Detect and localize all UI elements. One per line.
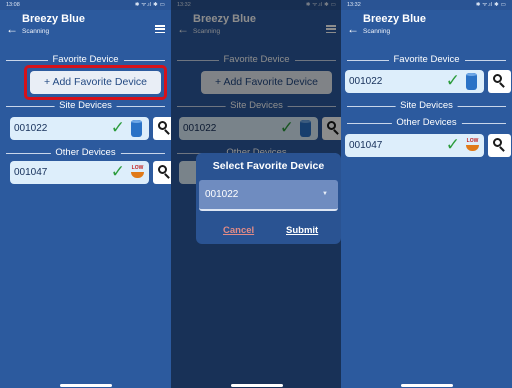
favorite-section-divider: Favorite Device: [6, 55, 165, 65]
favorite-device-select[interactable]: 001022 ▼: [199, 180, 338, 211]
caret-down-icon: ▼: [322, 191, 328, 197]
app-bar: ← Breezy Blue Scanning: [341, 10, 512, 50]
search-button[interactable]: [488, 134, 511, 157]
low-badge: LOW: [131, 165, 144, 171]
cancel-button[interactable]: Cancel: [223, 225, 254, 236]
home-indicator[interactable]: [230, 384, 283, 387]
other-device-card[interactable]: 001047 ✓ LOW: [345, 134, 484, 157]
device-id: 001047: [14, 167, 48, 178]
site-device-card[interactable]: 001022 ✓: [10, 117, 149, 140]
tank-full-icon: [131, 120, 142, 137]
site-section-divider: Site Devices: [6, 101, 165, 111]
check-icon: ✓: [445, 71, 460, 90]
home-indicator[interactable]: [400, 384, 453, 387]
check-icon: ✓: [110, 118, 125, 137]
submit-button[interactable]: Submit: [286, 225, 318, 236]
back-arrow-icon[interactable]: ←: [6, 23, 18, 35]
other-device-card[interactable]: 001047 ✓ LOW: [10, 161, 149, 184]
back-arrow-icon[interactable]: ←: [347, 23, 359, 35]
status-time: 13:08: [6, 2, 20, 8]
favorite-device-card[interactable]: 001022 ✓: [345, 70, 484, 93]
low-badge: LOW: [466, 138, 479, 144]
site-section-label: Site Devices: [395, 101, 458, 111]
select-value: 001022: [205, 189, 239, 200]
other-section-label: Other Devices: [50, 148, 121, 158]
add-favorite-device-button[interactable]: + Add Favorite Device: [30, 71, 161, 94]
device-id: 001022: [349, 76, 383, 87]
screen-3: 13:32 ✱ ᯤ.ıl ✱ ▭ ← Breezy Blue Scanning …: [341, 0, 512, 388]
home-indicator[interactable]: [59, 384, 112, 387]
device-id: 001047: [349, 140, 383, 151]
check-icon: ✓: [110, 162, 125, 181]
app-title: Breezy Blue: [22, 13, 85, 25]
status-time: 13:32: [347, 2, 361, 8]
favorite-section-label: Favorite Device: [47, 55, 124, 65]
tank-low-icon: LOW: [464, 137, 481, 154]
site-section-divider: Site Devices: [347, 101, 506, 111]
screen-2: 13:32 ✱ ᯤ.ıl ✱ ▭ ← Breezy Blue Scanning …: [171, 0, 342, 388]
app-title: Breezy Blue: [363, 13, 426, 25]
tank-low-icon: LOW: [129, 164, 146, 181]
app-bar: ← Breezy Blue Scanning: [0, 10, 171, 50]
search-button[interactable]: [153, 161, 171, 184]
other-section-label: Other Devices: [391, 118, 462, 128]
status-icons: ✱ ᯤ.ıl ✱ ▭: [475, 2, 506, 8]
check-icon: ✓: [445, 135, 460, 154]
nav-bar: [171, 383, 342, 388]
favorite-section-divider: Favorite Device: [347, 55, 506, 65]
other-section-divider: Other Devices: [6, 148, 165, 158]
site-section-label: Site Devices: [54, 101, 117, 111]
status-bar: 13:08 ✱ ᯤ.ıl ✱ ▭: [0, 0, 171, 10]
app-subtitle: Scanning: [22, 28, 50, 35]
app-subtitle: Scanning: [363, 28, 391, 35]
other-section-divider: Other Devices: [347, 118, 506, 128]
status-icons: ✱ ᯤ.ıl ✱ ▭: [134, 2, 165, 8]
nav-bar: [341, 383, 512, 388]
nav-bar: [0, 383, 171, 388]
search-button[interactable]: [153, 117, 171, 140]
dialog-title: Select Favorite Device: [212, 160, 325, 172]
favorite-section-label: Favorite Device: [388, 55, 465, 65]
select-favorite-dialog: Select Favorite Device 001022 ▼ Cancel S…: [196, 153, 341, 244]
search-button[interactable]: [488, 70, 511, 93]
status-bar: 13:32 ✱ ᯤ.ıl ✱ ▭: [341, 0, 512, 10]
hamburger-menu-icon[interactable]: [155, 25, 165, 34]
screen-1: 13:08 ✱ ᯤ.ıl ✱ ▭ ← Breezy Blue Scanning …: [0, 0, 171, 388]
tank-full-icon: [466, 73, 477, 90]
device-id: 001022: [14, 123, 48, 134]
